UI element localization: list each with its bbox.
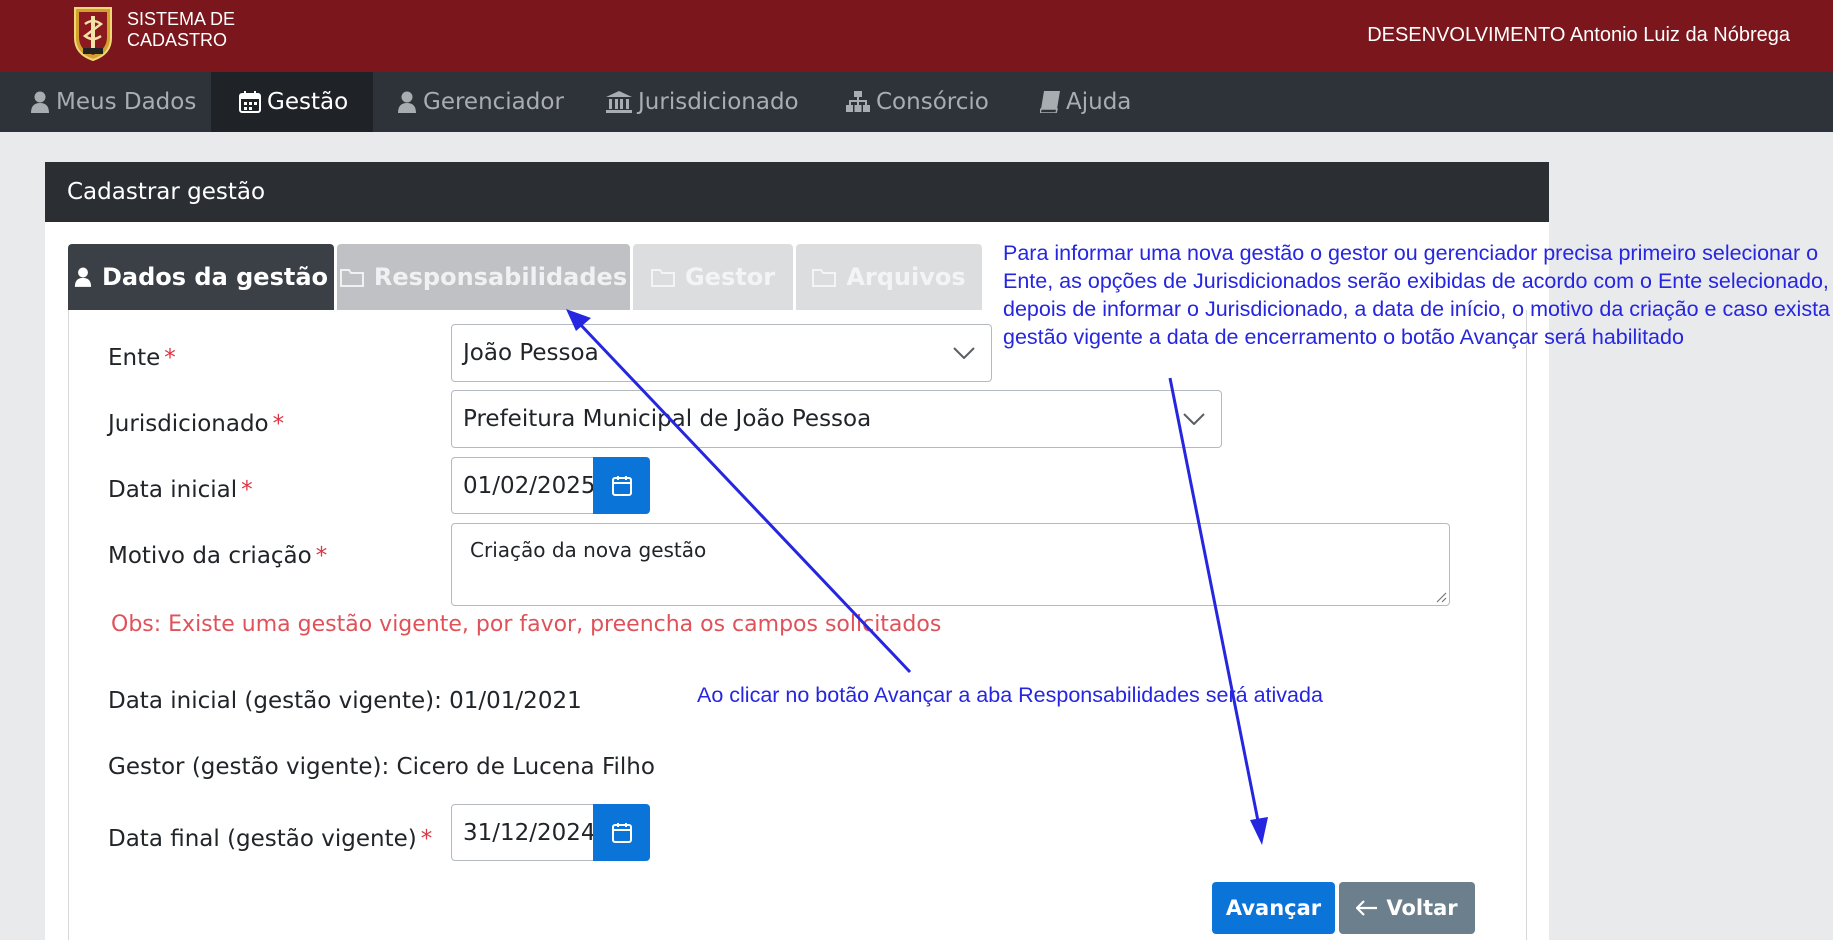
chevron-down-icon xyxy=(953,347,975,359)
logo-icon xyxy=(74,7,112,62)
tab-label: Responsabilidades xyxy=(373,263,628,291)
required-mark: * xyxy=(272,411,285,437)
resize-handle-icon[interactable] xyxy=(1435,591,1447,603)
required-mark: * xyxy=(241,477,253,503)
required-mark: * xyxy=(315,543,328,569)
avancar-button[interactable]: Avançar xyxy=(1212,882,1335,934)
voltar-button[interactable]: Voltar xyxy=(1339,882,1475,934)
label-text: Data inicial xyxy=(108,477,238,503)
label-text: Data final (gestão vigente) xyxy=(108,826,417,852)
nav-gestao[interactable]: Gestão xyxy=(211,72,373,132)
top-bar: SISTEMA DE CADASTRO DESENVOLVIMENTO Anto… xyxy=(0,0,1833,72)
user-info: DESENVOLVIMENTO Antonio Luiz da Nóbrega xyxy=(1367,24,1790,46)
data-final-calendar-button[interactable] xyxy=(593,804,650,861)
tab-dados-da-gestao[interactable]: Dados da gestão xyxy=(68,244,334,310)
required-mark: * xyxy=(164,345,176,371)
tab-responsabilidades[interactable]: Responsabilidades xyxy=(337,244,630,310)
annotation-note-1: Para informar uma nova gestão o gestor o… xyxy=(1003,241,1831,349)
data-inicial-value: 01/02/2025 xyxy=(463,472,596,499)
jurisdicionado-select[interactable]: Prefeitura Municipal de João Pessoa xyxy=(451,390,1222,448)
folder-icon xyxy=(650,269,675,287)
nav-ajuda[interactable]: Ajuda xyxy=(1026,72,1156,132)
nav-meus-dados[interactable]: Meus Dados xyxy=(14,72,200,132)
tab-label: Arquivos xyxy=(846,263,966,291)
label-text: Jurisdicionado xyxy=(108,411,269,437)
ente-value: João Pessoa xyxy=(463,340,599,366)
nav-gerenciador[interactable]: Gerenciador xyxy=(385,72,575,132)
voltar-label: Voltar xyxy=(1386,896,1458,920)
nav-label: Gerenciador xyxy=(423,89,564,115)
nav-jurisdicionado[interactable]: Jurisdicionado xyxy=(594,72,814,132)
nav-label: Jurisdicionado xyxy=(638,89,799,115)
chevron-down-icon xyxy=(1183,413,1205,425)
data-inicial-input[interactable]: 01/02/2025 xyxy=(451,457,596,514)
folder-icon xyxy=(339,269,364,287)
tab-label: Gestor xyxy=(684,263,776,291)
jurisdicionado-label: Jurisdicionado * xyxy=(108,411,284,437)
user-icon xyxy=(31,91,49,113)
tab-arquivos[interactable]: Arquivos xyxy=(796,244,982,310)
label-text: Motivo da criação xyxy=(108,543,312,569)
motivo-label: Motivo da criação * xyxy=(108,543,327,569)
folder-icon xyxy=(812,269,837,287)
label-text: Ente xyxy=(108,345,161,371)
data-inicial-calendar-button[interactable] xyxy=(593,457,650,514)
tab-label: Dados da gestão xyxy=(101,263,329,291)
data-inicial-label: Data inicial * xyxy=(108,477,253,503)
nav-label: Meus Dados xyxy=(56,89,197,115)
arrow-left-icon xyxy=(1356,900,1378,916)
book-icon xyxy=(1040,91,1060,113)
tab-gestor[interactable]: Gestor xyxy=(633,244,793,310)
data-final-input[interactable]: 31/12/2024 xyxy=(451,804,596,861)
user-icon xyxy=(74,267,92,287)
calendar-icon xyxy=(611,475,632,496)
motivo-value: Criação da nova gestão xyxy=(470,538,707,562)
data-final-value: 31/12/2024 xyxy=(463,819,596,846)
required-mark: * xyxy=(420,826,433,852)
vigente-data-inicial: Data inicial (gestão vigente): 01/01/202… xyxy=(108,688,582,714)
data-final-label: Data final (gestão vigente) * xyxy=(108,826,432,852)
bank-icon xyxy=(606,91,632,113)
nav-label: Consórcio xyxy=(876,89,989,115)
system-title: SISTEMA DE CADASTRO xyxy=(127,9,236,50)
card-title: Cadastrar gestão xyxy=(45,162,1549,222)
ente-label: Ente * xyxy=(108,345,176,371)
calendar-icon xyxy=(611,822,632,843)
obs-message: Obs: Existe uma gestão vigente, por favo… xyxy=(111,612,942,637)
main-nav: Meus Dados Gestão Gerenciador Jurisdicio… xyxy=(0,72,1833,132)
user-icon xyxy=(398,91,416,113)
jurisdicionado-value: Prefeitura Municipal de João Pessoa xyxy=(463,406,872,432)
sitemap-icon xyxy=(846,91,870,112)
ente-select[interactable]: João Pessoa xyxy=(451,324,992,382)
vigente-gestor: Gestor (gestão vigente): Cicero de Lucen… xyxy=(108,754,655,780)
nav-consorcio[interactable]: Consórcio xyxy=(834,72,1004,132)
motivo-textarea[interactable]: Criação da nova gestão xyxy=(451,523,1450,606)
nav-label: Ajuda xyxy=(1066,89,1132,115)
calendar-icon xyxy=(239,91,261,113)
annotation-note-2: Ao clicar no botão Avançar a aba Respons… xyxy=(697,683,1323,707)
nav-label: Gestão xyxy=(267,89,349,115)
